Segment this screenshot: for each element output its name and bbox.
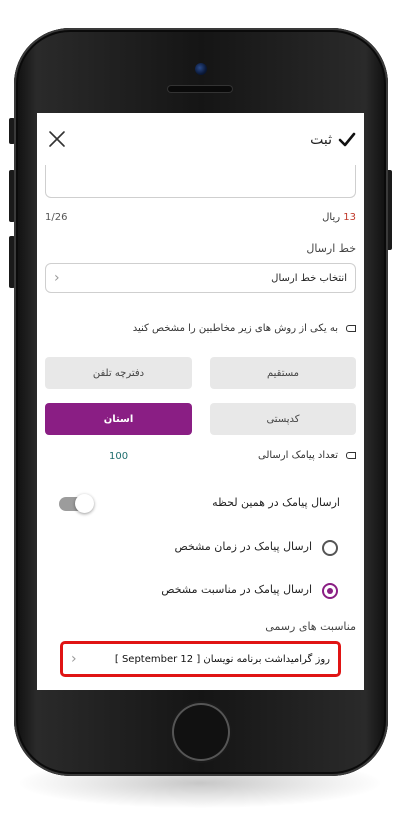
line-select-value: انتخاب خط ارسال <box>271 272 347 284</box>
recipient-direct-button[interactable]: مستقیم <box>210 357 356 389</box>
tag-icon <box>346 452 356 459</box>
message-price: 13 ریال <box>322 212 356 223</box>
recipients-prompt-row: به یکی از روش های زیر مخاطبین را مشخص کن… <box>133 323 356 334</box>
scheduled-send-label: ارسال پیامک در زمان مشخص <box>174 540 312 553</box>
scheduled-send-radio[interactable] <box>322 540 338 556</box>
home-button[interactable] <box>174 705 228 759</box>
earpiece-speaker <box>168 86 232 92</box>
recipient-postcode-button[interactable]: کدپستی <box>210 403 356 435</box>
price-value: 13 <box>343 212 356 223</box>
line-label: خط ارسال <box>306 242 356 255</box>
toggle-knob <box>75 494 94 513</box>
price-unit: ریال <box>322 212 341 223</box>
message-textarea[interactable] <box>45 165 356 198</box>
recipient-phonebook-button[interactable]: دفترچه تلفن <box>45 357 192 389</box>
immediate-send-toggle[interactable] <box>59 494 94 513</box>
close-button[interactable] <box>45 127 69 151</box>
app-screen: ثبت 1/26 13 ریال خط ارسال انتخاب خط ارسا… <box>37 113 364 690</box>
occasion-select-value: روز گرامیداشت برنامه نویسان [ 12 Septemb… <box>114 653 330 665</box>
char-counter: 1/26 <box>45 212 68 223</box>
front-camera <box>195 63 207 75</box>
recipient-province-button[interactable]: استان <box>45 403 192 435</box>
occasion-select[interactable]: روز گرامیداشت برنامه نویسان [ 12 Septemb… <box>60 641 341 677</box>
submit-button[interactable]: ثبت <box>310 129 356 151</box>
sms-count-label: تعداد پیامک ارسالی <box>257 450 338 461</box>
line-select[interactable]: انتخاب خط ارسال ‹ <box>45 263 356 293</box>
immediate-send-label: ارسال پیامک در همین لحظه <box>212 496 340 509</box>
check-icon <box>338 132 356 147</box>
occasion-label: مناسبت های رسمی <box>265 620 356 633</box>
close-icon <box>49 131 65 147</box>
sms-count-value: 100 <box>109 451 129 462</box>
sms-count-row: تعداد پیامک ارسالی <box>258 450 356 461</box>
submit-label: ثبت <box>310 132 332 148</box>
chevron-left-icon: ‹ <box>54 270 60 286</box>
recipients-prompt: به یکی از روش های زیر مخاطبین را مشخص کن… <box>132 323 338 334</box>
occasion-send-radio[interactable] <box>322 583 338 599</box>
occasion-send-label: ارسال پیامک در مناسبت مشخص <box>161 583 312 596</box>
chevron-left-icon: ‹ <box>71 651 77 667</box>
tag-icon <box>346 325 356 332</box>
